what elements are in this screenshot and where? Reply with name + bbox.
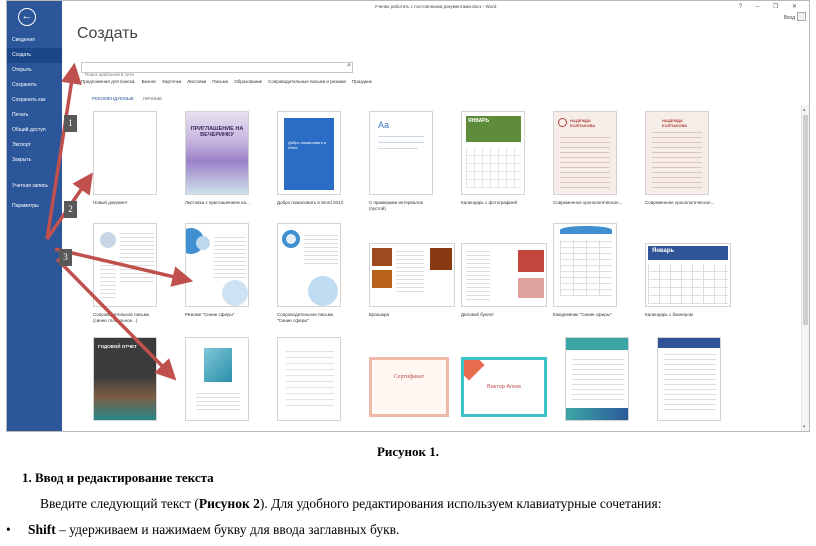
template-caption: Резюме "Синие сферы" xyxy=(185,312,235,317)
thumb-title: Сертификат xyxy=(393,374,425,380)
template-thumbnail[interactable]: Добро пожаловать в Word xyxy=(277,111,341,195)
nav-export[interactable]: Экспорт xyxy=(7,138,62,153)
template-thumbnail[interactable]: Сертификат xyxy=(369,357,449,417)
key-name: Shift xyxy=(28,522,56,537)
suggestion-link[interactable]: Письма xyxy=(212,79,228,84)
search-suggestions: Предложения для поиска: Бизнес Карточки … xyxy=(81,79,372,84)
template-thumbnail[interactable]: ПРИГЛАШЕНИЕ НА ВЕЧЕРИНКУ xyxy=(185,111,249,195)
bullet-text: – удерживаем и нажимаем букву для ввода … xyxy=(55,522,400,537)
template-caption: Листовка с приглашением на... xyxy=(185,200,250,205)
template-thumbnail[interactable] xyxy=(185,223,249,307)
annotation-number: 2 xyxy=(64,201,77,218)
template-thumbnail[interactable]: Aa xyxy=(369,111,433,195)
template-thumbnail[interactable] xyxy=(277,337,341,421)
template-thumbnail[interactable]: НАДЕЖДА КОЛПАКОВА xyxy=(645,111,709,195)
thumb-title: НАДЕЖДА КОЛПАКОВА xyxy=(570,118,596,128)
suggestion-link[interactable]: Бизнес xyxy=(142,79,157,84)
thumb-title: Виктор Агеев xyxy=(487,384,521,390)
template-thumbnail[interactable] xyxy=(277,223,341,307)
tab-personal[interactable]: ЛИЧНЫЕ xyxy=(143,96,162,101)
figure-ref: Рисунок 2 xyxy=(198,496,260,511)
thumb-title: ГОДОВОЙ ОТЧЕТ xyxy=(98,344,137,349)
sign-in-link[interactable]: Вход xyxy=(784,15,795,21)
backstage-nav: Сведения Создать Открыть Сохранить Сохра… xyxy=(7,33,62,214)
nav-open[interactable]: Открыть xyxy=(7,63,62,78)
nav-new[interactable]: Создать xyxy=(7,48,62,63)
scroll-up-icon[interactable]: ▴ xyxy=(803,107,806,113)
suggestion-link[interactable]: Сопроводительные письма и резюме xyxy=(268,79,346,84)
back-arrow-icon[interactable]: ← xyxy=(18,8,36,26)
figure-caption: Рисунок 1. xyxy=(376,444,439,459)
suggestion-link[interactable]: Праздник xyxy=(352,79,372,84)
template-thumbnail[interactable]: Виктор Агеев xyxy=(461,357,547,417)
suggestion-link[interactable]: Карточки xyxy=(162,79,181,84)
para-text: Введите следующий текст ( xyxy=(40,496,199,511)
tab-featured[interactable]: РЕКОМЕНДУЕМЫЕ xyxy=(92,96,134,101)
template-thumbnail[interactable]: Январь xyxy=(645,243,731,307)
nav-close[interactable]: Закрыть xyxy=(7,153,62,168)
template-thumbnail[interactable]: ЯНВАРЬ xyxy=(461,111,525,195)
template-thumbnail[interactable] xyxy=(565,337,629,421)
template-thumbnail[interactable] xyxy=(185,337,249,421)
template-caption: Ежедневник "Синие сферы" xyxy=(553,312,612,317)
template-caption: Брошюра xyxy=(369,312,389,317)
template-thumbnail[interactable] xyxy=(461,243,547,307)
thumb-title: НАДЕЖДА КОЛПАКОВА xyxy=(662,118,688,128)
template-caption: Добро пожаловать в Word 2013 xyxy=(277,200,343,205)
template-caption: Новый документ xyxy=(93,200,128,205)
template-tabs: РЕКОМЕНДУЕМЫЕ ЛИЧНЫЕ xyxy=(92,96,162,101)
template-caption: Современное хронологическое... xyxy=(553,200,623,205)
scrollbar-thumb[interactable] xyxy=(803,115,808,325)
bullet-mark: • xyxy=(6,522,11,537)
nav-account[interactable]: Учетная запись xyxy=(7,179,62,199)
thumb-title: Добро пожаловать в Word xyxy=(288,140,327,150)
template-thumbnail[interactable] xyxy=(93,223,157,307)
nav-info[interactable]: Сведения xyxy=(7,33,62,48)
annotation-number: 1 xyxy=(64,115,77,132)
nav-print[interactable]: Печать xyxy=(7,108,62,123)
thumb-title: Январь xyxy=(652,248,675,254)
template-caption: Сопроводительное письмо "Синие сферы" xyxy=(277,312,334,323)
thumb-title: ЯНВАРЬ xyxy=(468,118,490,124)
paragraph: Введите следующий текст (Рисунок 2). Для… xyxy=(40,496,661,512)
thumb-title: ПРИГЛАШЕНИЕ НА ВЕЧЕРИНКУ xyxy=(190,126,244,138)
suggestion-link[interactable]: Листовки xyxy=(187,79,206,84)
template-thumbnail[interactable] xyxy=(553,223,617,307)
template-thumbnail[interactable] xyxy=(369,243,455,307)
template-thumbnail[interactable] xyxy=(657,337,721,421)
page-title: Создать xyxy=(77,25,138,42)
nav-save[interactable]: Сохранить xyxy=(7,78,62,93)
avatar[interactable] xyxy=(797,12,806,21)
annotation-number: 3 xyxy=(59,249,72,266)
template-thumbnail[interactable] xyxy=(93,111,157,195)
suggestion-link[interactable]: Образование xyxy=(234,79,262,84)
window-title: Ученик работать с постоянными документам… xyxy=(374,4,497,9)
title-bar: Ученик работать с постоянными документам… xyxy=(62,1,809,13)
word-backstage-screenshot: ← Сведения Создать Открыть Сохранить Сох… xyxy=(6,0,810,432)
thumb-title: Aa xyxy=(378,120,390,130)
template-caption: Деловой буклет xyxy=(461,312,494,317)
template-thumbnail[interactable]: ГОДОВОЙ ОТЧЕТ xyxy=(93,337,157,421)
scroll-down-icon[interactable]: ▾ xyxy=(803,424,806,430)
suggestions-label: Предложения для поиска: xyxy=(81,79,136,84)
nav-options[interactable]: Параметры xyxy=(7,199,62,214)
window-controls[interactable]: ? – ❐ ✕ xyxy=(739,3,803,10)
nav-save-as[interactable]: Сохранить как xyxy=(7,93,62,108)
bullet-item: • Shift – удерживаем и нажимаем букву для… xyxy=(6,522,399,538)
section-heading: 1. Ввод и редактирование текста xyxy=(22,470,214,485)
template-caption: Современное хронологическое... xyxy=(645,200,715,205)
gallery-scrollbar[interactable]: ▴ ▾ xyxy=(801,105,809,431)
template-search: ⌕ xyxy=(81,62,353,79)
search-icon[interactable]: ⌕ xyxy=(347,62,351,70)
backstage-sidebar: ← Сведения Создать Открыть Сохранить Сох… xyxy=(7,1,62,431)
search-input[interactable] xyxy=(82,70,337,79)
nav-share[interactable]: Общий доступ xyxy=(7,123,62,138)
para-text: ). Для удобного редактирования используе… xyxy=(259,496,662,511)
template-caption: Сопроводительное письмо (синее глобально… xyxy=(93,312,150,323)
template-thumbnail[interactable]: НАДЕЖДА КОЛПАКОВА xyxy=(553,111,617,195)
template-caption: Календарь с фотографией xyxy=(461,200,517,205)
template-caption: Календарь с баннером xyxy=(645,312,694,317)
template-caption: С примерами интервалов (пустой) xyxy=(369,200,423,211)
